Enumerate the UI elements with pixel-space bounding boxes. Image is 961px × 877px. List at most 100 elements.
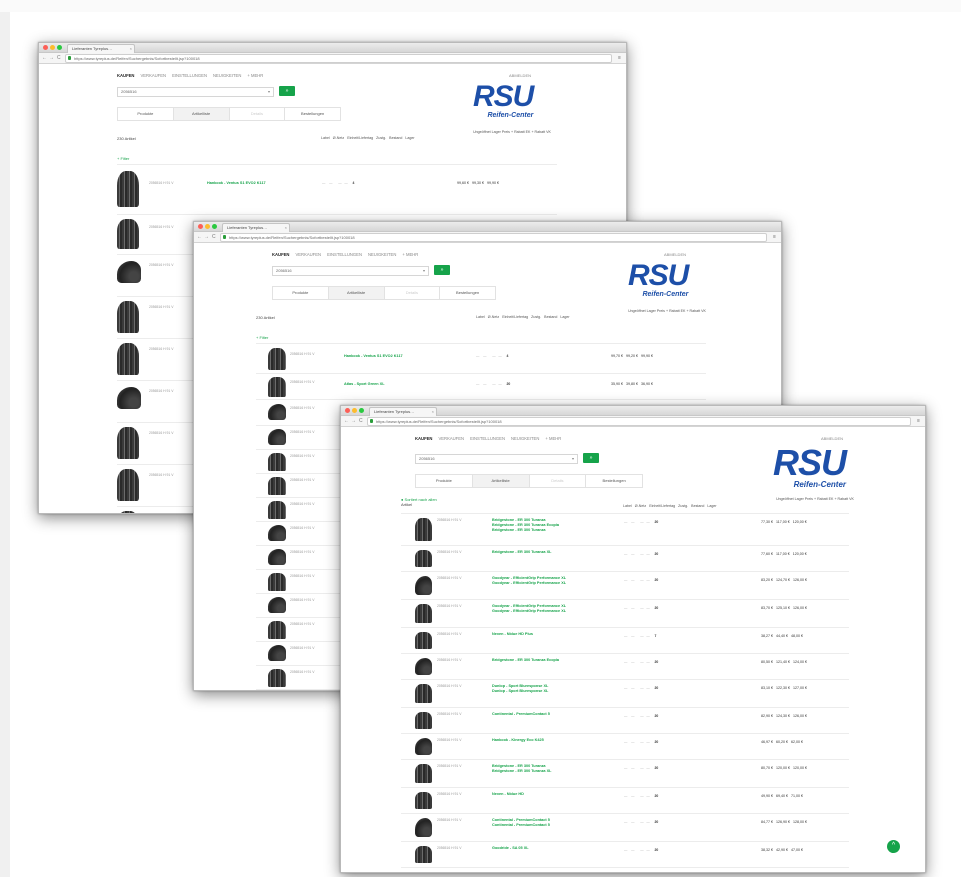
product-name-link[interactable]: Bridgestone - ER 300 Turanza XL: [492, 769, 551, 774]
zoom-dot-icon[interactable]: [57, 45, 62, 50]
table-row[interactable]: 2056516 H 91 V: [256, 473, 346, 496]
tab-produkte[interactable]: Produkte: [416, 475, 473, 487]
forward-arrow-icon[interactable]: →: [351, 418, 356, 424]
tab-bestellungen[interactable]: Bestellungen: [440, 287, 495, 299]
back-arrow-icon[interactable]: ←: [344, 418, 349, 424]
nav-neuigkeiten[interactable]: NEUIGKEITEN: [511, 436, 539, 441]
table-row[interactable]: 2056516 H 91 V Hankook - Ventus S1 EVO2 …: [117, 164, 557, 213]
table-row[interactable]: 2056516 H 91 V: [256, 665, 346, 688]
product-name-link[interactable]: Atlas - Sport Green XL: [344, 382, 385, 387]
tab-bestellungen[interactable]: Bestellungen: [285, 108, 340, 120]
table-row[interactable]: 2056516 H 91 V Continental - PremiumConta…: [401, 813, 849, 840]
reload-icon[interactable]: C: [57, 55, 61, 61]
table-row[interactable]: 2056516 H 91 V: [256, 449, 346, 472]
header-price[interactable]: Ungeöffnet Lager Preis: [776, 497, 813, 501]
product-name-link[interactable]: Goodride - SA 05 XL: [492, 846, 529, 851]
nav-verkaufen[interactable]: VERKAUFEN: [295, 252, 321, 257]
product-name-link[interactable]: Hankook - Ventus S1 EVO2 K117: [207, 181, 266, 186]
table-row[interactable]: 2056516 H 91 V Dunlop - Sport Bluresponse…: [401, 679, 849, 706]
header-einheit[interactable]: Einheit/Liefertag: [649, 504, 675, 508]
minimize-dot-icon[interactable]: [50, 45, 55, 50]
search-button[interactable]: »: [279, 86, 295, 96]
forward-arrow-icon[interactable]: →: [49, 55, 54, 61]
table-row[interactable]: 2056516 H 91 V Nexen - Nblue HD Plus — — —…: [401, 627, 849, 652]
table-row[interactable]: 2056516 H 91 V Continental - PremiumConta…: [401, 707, 849, 732]
header-bestand[interactable]: Bestand: [389, 136, 402, 140]
product-name-link[interactable]: Hankook - Kinergy Eco K425: [492, 738, 544, 743]
search-input[interactable]: 2056516 ▾: [117, 87, 274, 97]
nav-verkaufen[interactable]: VERKAUFEN: [140, 73, 166, 78]
browser-tab[interactable]: Lieferanten Tyreplus… ×: [222, 223, 290, 232]
browser-menu-icon[interactable]: ≡: [773, 234, 778, 240]
tab-details[interactable]: Details: [385, 287, 441, 299]
header-label[interactable]: Label: [321, 136, 330, 140]
header-netz[interactable]: Ø-Netz: [333, 136, 344, 140]
close-dot-icon[interactable]: [43, 45, 48, 50]
table-row[interactable]: 2056516 H 91 V: [256, 593, 346, 616]
table-row[interactable]: 2056516 H 91 V Bridgestone - ER 300 Turan…: [401, 545, 849, 570]
table-row[interactable]: 2056516 H 91 V: [256, 521, 346, 544]
product-name-link[interactable]: Hankook - Ventus S1 EVO2 K117: [344, 354, 403, 359]
table-row[interactable]: 2056516 H 91 V Nexen - Nblue HD — — — — 20…: [401, 787, 849, 812]
table-row[interactable]: 2056516 H 91 V: [256, 425, 346, 448]
product-name-link[interactable]: Continental - PremiumContact 5: [492, 872, 550, 873]
search-input[interactable]: 2056516 ▾: [415, 454, 578, 464]
table-row[interactable]: 2056516 H 91 V Hankook - Ventus S1 EVO2 …: [256, 343, 706, 372]
zoom-dot-icon[interactable]: [359, 408, 364, 413]
header-zustg[interactable]: Zustg.: [678, 504, 688, 508]
header-zustg[interactable]: Zustg.: [376, 136, 386, 140]
reload-icon[interactable]: C: [212, 234, 216, 240]
nav-kaufen[interactable]: KAUFEN: [117, 73, 134, 78]
product-name-link[interactable]: Continental - PremiumContact 5: [492, 712, 550, 717]
product-name-link[interactable]: Continental - PremiumContact 5: [492, 823, 550, 828]
search-input[interactable]: 2056516 ▾: [272, 266, 429, 276]
back-arrow-icon[interactable]: ←: [42, 55, 47, 61]
tab-details[interactable]: Details: [230, 108, 286, 120]
nav-einstellungen[interactable]: EINSTELLUNGEN: [470, 436, 505, 441]
minimize-dot-icon[interactable]: [352, 408, 357, 413]
minimize-dot-icon[interactable]: [205, 224, 210, 229]
logout-link[interactable]: ABMELDEN: [509, 73, 531, 78]
scroll-to-top-button[interactable]: ^: [887, 840, 900, 853]
header-zustg[interactable]: Zustg.: [531, 315, 541, 319]
logout-link[interactable]: ABMELDEN: [821, 436, 843, 441]
tab-artikelliste[interactable]: Artikelliste: [173, 108, 230, 120]
nav-mehr[interactable]: + MEHR: [402, 252, 418, 257]
product-name-link[interactable]: Dunlop - Sport Bluresponse XL: [492, 689, 548, 694]
table-row[interactable]: [256, 689, 346, 690]
search-button[interactable]: »: [434, 265, 450, 275]
nav-kaufen[interactable]: KAUFEN: [415, 436, 432, 441]
nav-verkaufen[interactable]: VERKAUFEN: [438, 436, 464, 441]
nav-einstellungen[interactable]: EINSTELLUNGEN: [327, 252, 362, 257]
browser-tab[interactable]: Lieferanten Tyreplus… ×: [369, 407, 437, 416]
header-lager[interactable]: Lager: [560, 315, 569, 319]
table-row[interactable]: 2056516 H 91 V Hankook - Kinergy Eco K425…: [401, 733, 849, 758]
nav-mehr[interactable]: + MEHR: [247, 73, 263, 78]
header-rabatt-vk[interactable]: + Rabatt VK: [531, 130, 550, 134]
table-row[interactable]: 2056516 H 91 V: [256, 497, 346, 520]
tab-close-icon[interactable]: ×: [432, 408, 434, 416]
tab-artikelliste[interactable]: Artikelliste: [472, 475, 530, 487]
browser-tab[interactable]: Lieferanten Tyreplus… ×: [67, 44, 135, 53]
table-row[interactable]: 2056516 H 91 V: [256, 641, 346, 664]
close-dot-icon[interactable]: [345, 408, 350, 413]
tab-artikelliste[interactable]: Artikelliste: [328, 287, 385, 299]
zoom-dot-icon[interactable]: [212, 224, 217, 229]
address-field[interactable]: https://www.tyreplus.de/Reifen/Suchergeb…: [220, 233, 767, 242]
header-price[interactable]: Ungeöffnet Lager Preis: [628, 309, 665, 313]
address-field[interactable]: https://www.tyreplus.de/Reifen/Suchergeb…: [367, 417, 911, 426]
table-row[interactable]: 2056516 H 91 V Bridgestone - ER 300 Turan…: [401, 513, 849, 544]
header-einheit[interactable]: Einheit/Liefertag: [347, 136, 373, 140]
close-dot-icon[interactable]: [198, 224, 203, 229]
table-row[interactable]: 2056516 H 91 V Goodyear - EfficientGrip P…: [401, 571, 849, 598]
filter-toggle[interactable]: + Filter: [256, 335, 268, 340]
table-row[interactable]: 2056516 H 91 V: [256, 617, 346, 640]
table-row[interactable]: 2056516 H 91 V Bridgestone - ER 300 Turan…: [401, 759, 849, 786]
table-row[interactable]: 2056516 H 91 V Atlas - Sport Green XL — …: [256, 373, 706, 398]
logout-link[interactable]: ABMELDEN: [664, 252, 686, 257]
header-netz[interactable]: Ø-Netz: [488, 315, 499, 319]
tab-close-icon[interactable]: ×: [285, 224, 287, 232]
tab-details[interactable]: Details: [530, 475, 587, 487]
product-name-link[interactable]: Nexen - Nblue HD: [492, 792, 524, 797]
product-name-link[interactable]: Goodyear - EfficientGrip Performance XL: [492, 581, 566, 586]
